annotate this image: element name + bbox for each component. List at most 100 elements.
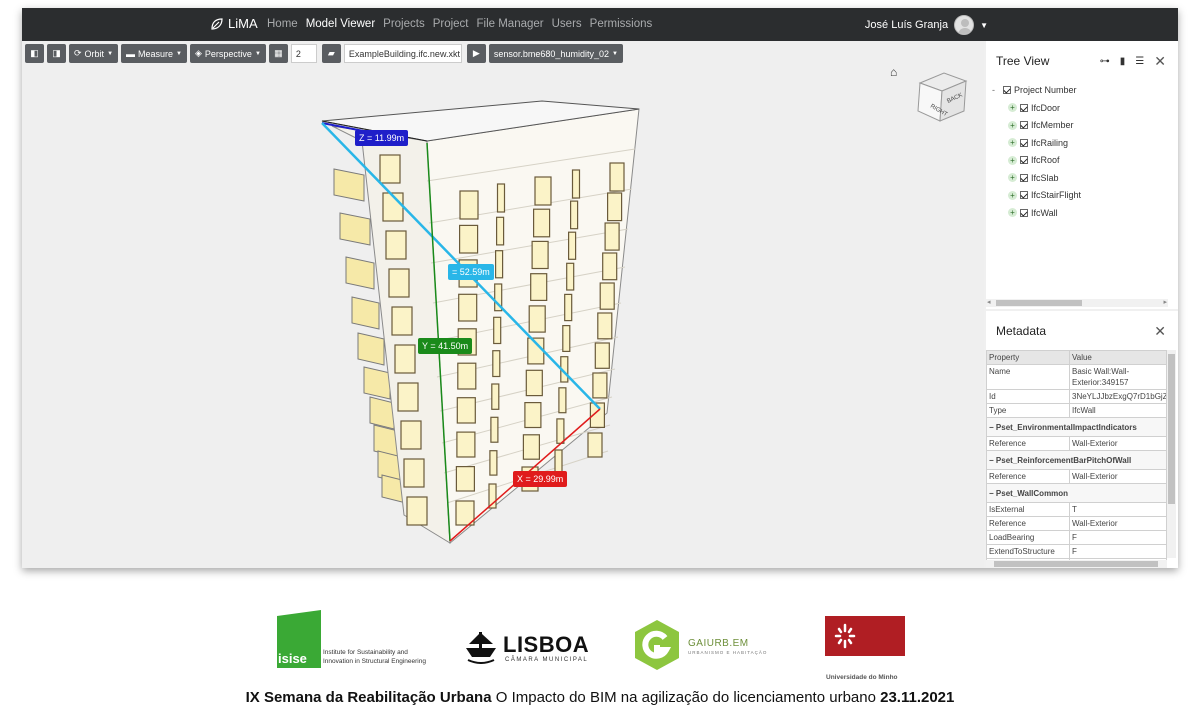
nav-project[interactable]: Project [433, 18, 469, 30]
trash-icon[interactable]: ▮ [1120, 56, 1126, 67]
metadata-group-row[interactable]: − Pset_EnvironmentalImpactIndicators [986, 417, 1167, 437]
expand-icon[interactable]: + [1008, 190, 1017, 200]
checkbox[interactable] [1003, 86, 1011, 94]
home-icon[interactable]: ⌂ [890, 65, 897, 79]
z-measure-label[interactable]: Z = 11.99m [355, 130, 409, 146]
collapse-icon[interactable]: - [992, 85, 1000, 95]
nav-file-manager[interactable]: File Manager [477, 18, 544, 30]
window [566, 262, 575, 291]
expand-icon[interactable]: + [1008, 173, 1017, 183]
scroll-thumb[interactable] [1168, 354, 1175, 504]
tree-item-ifcstairflight[interactable]: + IfcStairFlight [1008, 187, 1081, 205]
sync-icon: ⟳ [74, 48, 82, 58]
uminho-mark [825, 616, 905, 656]
tree-item-ifcroof[interactable]: + IfcRoof [1008, 152, 1081, 170]
metadata-property: IsExternal [986, 502, 1070, 517]
perspective-dropdown[interactable]: ◈ Perspective ▼ [189, 44, 266, 63]
expand-icon[interactable]: + [1008, 208, 1017, 218]
diagonal-measure-label[interactable]: = 52.59m [448, 264, 494, 280]
nav-users[interactable]: Users [552, 18, 582, 30]
metadata-horizontal-scrollbar[interactable] [986, 560, 1167, 568]
svg-text:isise: isise [278, 651, 307, 666]
sensor-dropdown[interactable]: sensor.bme680_humidity_02 ▼ [488, 44, 623, 63]
metadata-value: 3NeYLJJbzExgQ7rD1bGjZ [1069, 389, 1167, 404]
model-viewer-canvas[interactable]: ⌂ RIGHT BACK Z = 11.99m = 52.59m Y = 41.… [22, 41, 984, 568]
checkbox[interactable] [1020, 121, 1028, 130]
tree-view-panel: Tree View ⊶ ▮ ☰ ✕ - Project Number + IfcD… [986, 41, 1178, 309]
close-icon[interactable]: ✕ [1154, 53, 1166, 70]
metadata-property: Reference [986, 469, 1070, 484]
metadata-group-row[interactable]: − Pset_ReinforcementBarPitchOfWall [986, 450, 1167, 470]
scroll-right-icon[interactable]: ▸ [1163, 298, 1167, 306]
tree-item-ifcrailing[interactable]: + IfcRailing [1008, 134, 1081, 152]
measure-dropdown[interactable]: ▬ Measure ▼ [121, 44, 187, 63]
tree-root[interactable]: - Project Number [992, 85, 1077, 95]
checkbox[interactable] [1020, 208, 1028, 217]
y-measure-label[interactable]: Y = 41.50m [418, 338, 473, 354]
window [606, 192, 623, 222]
tree-horizontal-scrollbar[interactable]: ◂ ▸ [986, 299, 1168, 307]
metadata-title: Metadata [996, 324, 1047, 338]
checkbox[interactable] [1020, 191, 1028, 200]
toggle-left-panel-button[interactable]: ◧ [25, 44, 44, 63]
group-label: − Pset_EnvironmentalImpactIndicators [986, 417, 1167, 437]
list-icon[interactable]: ☰ [1135, 56, 1144, 67]
metadata-group-row[interactable]: − Pset_WallCommon [986, 483, 1167, 503]
tree-item-ifcmember[interactable]: + IfcMember [1008, 117, 1081, 135]
metadata-value: Basic Wall:Wall-Exterior:349157 [1069, 364, 1167, 390]
expand-icon[interactable]: + [1008, 103, 1017, 113]
window [597, 312, 613, 340]
nav-model-viewer[interactable]: Model Viewer [306, 18, 375, 30]
window [496, 183, 506, 213]
tree-item-ifcslab[interactable]: + IfcSlab [1008, 169, 1081, 187]
user-menu[interactable]: José Luís Granja ▼ [865, 15, 988, 35]
window [456, 431, 476, 458]
tree-item-ifcwall[interactable]: + IfcWall [1008, 204, 1081, 222]
play-button[interactable]: ▶ [466, 44, 486, 63]
grid-icon: ▦ [274, 48, 283, 58]
scroll-left-icon[interactable]: ◂ [987, 298, 991, 306]
close-icon[interactable]: ✕ [1154, 323, 1166, 340]
nav-cube[interactable]: RIGHT BACK [910, 65, 974, 129]
open-folder-button[interactable]: ▰ [321, 44, 341, 63]
expand-icon[interactable]: + [1008, 155, 1017, 165]
checkbox[interactable] [1020, 138, 1028, 147]
caret-down-icon: ▼ [176, 50, 182, 57]
checkbox[interactable] [1020, 156, 1028, 165]
checkbox[interactable] [1020, 173, 1028, 182]
nav-home[interactable]: Home [267, 18, 298, 30]
orbit-dropdown[interactable]: ⟳ Orbit ▼ [69, 44, 119, 63]
metadata-property: Name [986, 364, 1070, 390]
toggle-right-panel-button[interactable]: ◨ [47, 44, 66, 63]
tree-item-ifcdoor[interactable]: + IfcDoor [1008, 99, 1081, 117]
metadata-actions: ✕ [1154, 323, 1166, 340]
hierarchy-icon[interactable]: ⊶ [1100, 56, 1110, 67]
file-name-field[interactable]: ExampleBuilding.ifc.new.xkt [343, 44, 462, 63]
level-input[interactable]: 2 [290, 44, 317, 63]
window [457, 362, 477, 390]
caption-middle: O Impacto do BIM na agilização do licenc… [491, 689, 881, 706]
metadata-vertical-scrollbar[interactable] [1167, 350, 1176, 558]
metadata-row: Name Basic Wall:Wall-Exterior:349157 [986, 364, 1167, 390]
gaiurb-logo: GAIURB.EM URBANISMO E HABITAÇÃO [630, 618, 766, 672]
scroll-thumb[interactable] [996, 300, 1082, 306]
x-measure-label[interactable]: X = 29.99m [513, 471, 568, 487]
group-label: − Pset_ReinforcementBarPitchOfWall [986, 450, 1167, 470]
nav-permissions[interactable]: Permissions [590, 18, 653, 30]
expand-icon[interactable]: + [1008, 138, 1017, 148]
scroll-thumb[interactable] [994, 561, 1158, 567]
window [489, 450, 498, 476]
tree-item-label: IfcRoof [1031, 155, 1060, 166]
metadata-value: T [1069, 502, 1167, 517]
checkbox[interactable] [1020, 103, 1028, 112]
tree-root-label: Project Number [1014, 85, 1077, 95]
brand[interactable]: LiMA [210, 16, 258, 31]
folder-icon: ▰ [327, 48, 335, 58]
nav-links: Home Model Viewer Projects Project File … [267, 18, 652, 30]
nav-projects[interactable]: Projects [383, 18, 425, 30]
window [459, 224, 479, 254]
avatar [954, 15, 975, 35]
grid-button[interactable]: ▦ [268, 44, 288, 63]
expand-icon[interactable]: + [1008, 120, 1017, 130]
metadata-row: Reference Wall-Exterior [986, 516, 1167, 531]
